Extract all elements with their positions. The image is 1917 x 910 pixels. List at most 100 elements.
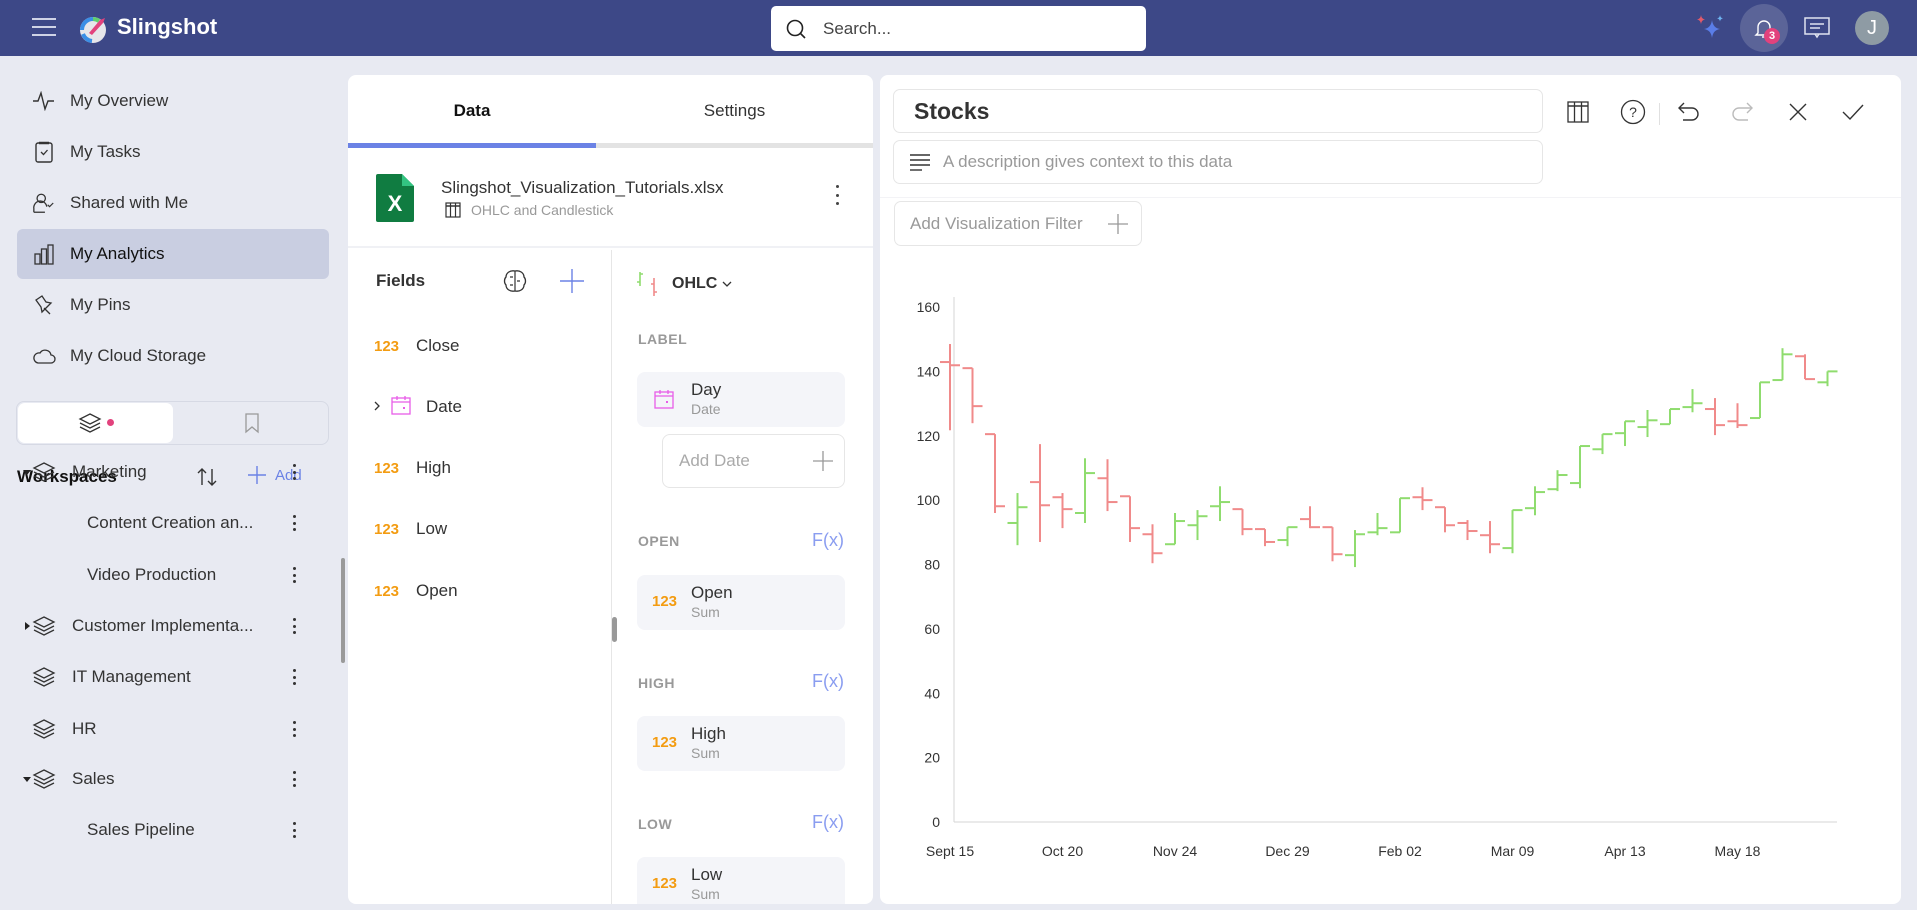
ohlc-bar[interactable] [1255, 528, 1275, 547]
ohlc-bar[interactable] [1120, 495, 1140, 542]
ohlc-bar[interactable] [1030, 444, 1050, 542]
ohlc-bar[interactable] [1592, 433, 1613, 455]
sidebar-item-my-cloud-storage[interactable]: My Cloud Storage [17, 331, 329, 381]
sidebar-item-my-overview[interactable]: My Overview [17, 76, 329, 126]
ohlc-bar[interactable] [1750, 381, 1770, 420]
field-low[interactable]: 123 Low [374, 509, 594, 549]
field-high[interactable]: 123 High [374, 448, 594, 488]
fields-resize-handle[interactable] [612, 617, 617, 642]
workspace-item[interactable]: Sales [17, 757, 329, 801]
add-date-button[interactable]: Add Date [662, 434, 845, 488]
high-field-pill[interactable]: 123 High Sum [637, 716, 845, 771]
workspace-more-button[interactable] [288, 719, 300, 739]
field-date[interactable]: Date [374, 387, 594, 427]
ohlc-bar[interactable] [1727, 403, 1748, 429]
ohlc-bar[interactable] [1457, 520, 1478, 541]
tab-data[interactable]: Data [348, 75, 596, 147]
ohlc-bar[interactable] [1075, 458, 1095, 523]
add-field-button[interactable] [559, 268, 585, 299]
messages-button[interactable] [1797, 8, 1837, 48]
workspace-more-button[interactable] [288, 667, 300, 687]
sidebar-item-shared-with-me[interactable]: Shared with Me [17, 178, 329, 228]
workspace-more-button[interactable] [288, 513, 300, 533]
ohlc-bar[interactable] [1547, 470, 1568, 492]
ohlc-bar[interactable] [1367, 513, 1388, 536]
ohlc-bar[interactable] [940, 344, 960, 431]
ohlc-bar[interactable] [1615, 420, 1635, 447]
open-field-pill[interactable]: 123 Open Sum [637, 575, 845, 630]
ohlc-bar[interactable] [1525, 486, 1545, 516]
ohlc-bar[interactable] [1435, 506, 1455, 533]
menu-icon[interactable] [32, 18, 56, 38]
workspace-item[interactable]: HR [17, 707, 329, 751]
workspace-item[interactable]: Marketing [17, 450, 329, 494]
sidebar-item-my-pins[interactable]: My Pins [17, 280, 329, 330]
ohlc-bar[interactable] [1322, 526, 1343, 562]
ohlc-bar[interactable] [1795, 354, 1815, 381]
search-input[interactable] [823, 18, 1123, 39]
user-avatar[interactable]: J [1855, 11, 1889, 45]
sidebar-item-my-tasks[interactable]: My Tasks [17, 127, 329, 177]
caret-down-icon[interactable] [22, 467, 32, 477]
ohlc-bar[interactable] [1187, 510, 1208, 541]
ohlc-bar[interactable] [1142, 524, 1163, 564]
ohlc-bar[interactable] [1502, 509, 1523, 554]
ohlc-bar[interactable] [1412, 487, 1433, 511]
workspace-item[interactable]: Video Production [17, 553, 329, 597]
ai-fields-button[interactable] [502, 268, 528, 299]
ohlc-bar[interactable] [1390, 497, 1410, 534]
ohlc-bar[interactable] [1007, 493, 1028, 546]
workspace-item[interactable]: Sales Pipeline [17, 808, 329, 852]
ohlc-bar[interactable] [1277, 526, 1298, 547]
ohlc-bar[interactable] [962, 367, 983, 424]
data-panel: Data Settings X Slingshot_Visualization_… [348, 75, 873, 904]
high-fx-button[interactable]: F(x) [812, 671, 844, 692]
activity-icon [32, 89, 56, 113]
ohlc-bar[interactable] [1570, 445, 1590, 489]
ohlc-bar[interactable] [1210, 486, 1230, 522]
ohlc-bar[interactable] [1300, 506, 1320, 529]
sparkle-icon [1697, 15, 1723, 38]
ai-sparkle-button[interactable] [1690, 8, 1730, 48]
ohlc-chart: 0 20 40 60 80 100 120 140 160 Sept 15 Oct 20 Nov 24… [917, 297, 1838, 859]
bookmarks-tab[interactable] [174, 403, 329, 443]
ohlc-bar[interactable] [1345, 530, 1365, 568]
ohlc-bar[interactable] [1052, 493, 1073, 529]
label-day-pill[interactable]: Day Date [637, 372, 845, 427]
workspace-item[interactable]: IT Management [17, 655, 329, 699]
workspace-more-button[interactable] [288, 565, 300, 585]
ohlc-bar[interactable] [1817, 370, 1838, 387]
workspace-item[interactable]: Content Creation an... [17, 501, 329, 545]
chevron-right-icon[interactable] [372, 399, 382, 413]
sidebar-item-my-analytics[interactable]: My Analytics [17, 229, 329, 279]
chart-type-selector[interactable]: OHLC [636, 270, 733, 298]
ohlc-bar[interactable] [985, 433, 1005, 513]
ohlc-bar[interactable] [1480, 521, 1500, 554]
ohlc-bar[interactable] [1705, 398, 1725, 436]
ohlc-bar[interactable] [1232, 508, 1253, 536]
ohlc-bar[interactable] [1097, 459, 1118, 512]
ohlc-bar[interactable] [1660, 408, 1680, 426]
source-more-button[interactable] [836, 185, 842, 205]
notifications-button[interactable]: 3 [1740, 4, 1788, 52]
workspace-more-button[interactable] [288, 462, 300, 482]
workspace-item[interactable]: Customer Implementa... [17, 604, 329, 648]
caret-down-icon[interactable] [22, 774, 32, 784]
sidebar-scrollbar[interactable] [341, 558, 345, 663]
field-open[interactable]: 123 Open [374, 571, 594, 611]
field-close[interactable]: 123 Close [374, 326, 594, 366]
workspace-more-button[interactable] [288, 769, 300, 789]
workspace-more-button[interactable] [288, 820, 300, 840]
low-field-pill[interactable]: 123 Low Sum [637, 857, 845, 904]
low-fx-button[interactable]: F(x) [812, 812, 844, 833]
open-fx-button[interactable]: F(x) [812, 530, 844, 551]
workspaces-tab[interactable] [18, 403, 173, 443]
ohlc-bar[interactable] [1682, 389, 1703, 413]
ohlc-bar[interactable] [1772, 348, 1793, 382]
caret-right-icon[interactable] [22, 621, 32, 631]
tab-settings[interactable]: Settings [596, 75, 873, 147]
ohlc-bar[interactable] [1637, 410, 1658, 438]
workspace-more-button[interactable] [288, 616, 300, 636]
ohlc-bar[interactable] [1165, 513, 1185, 546]
search-bar[interactable] [771, 6, 1146, 51]
